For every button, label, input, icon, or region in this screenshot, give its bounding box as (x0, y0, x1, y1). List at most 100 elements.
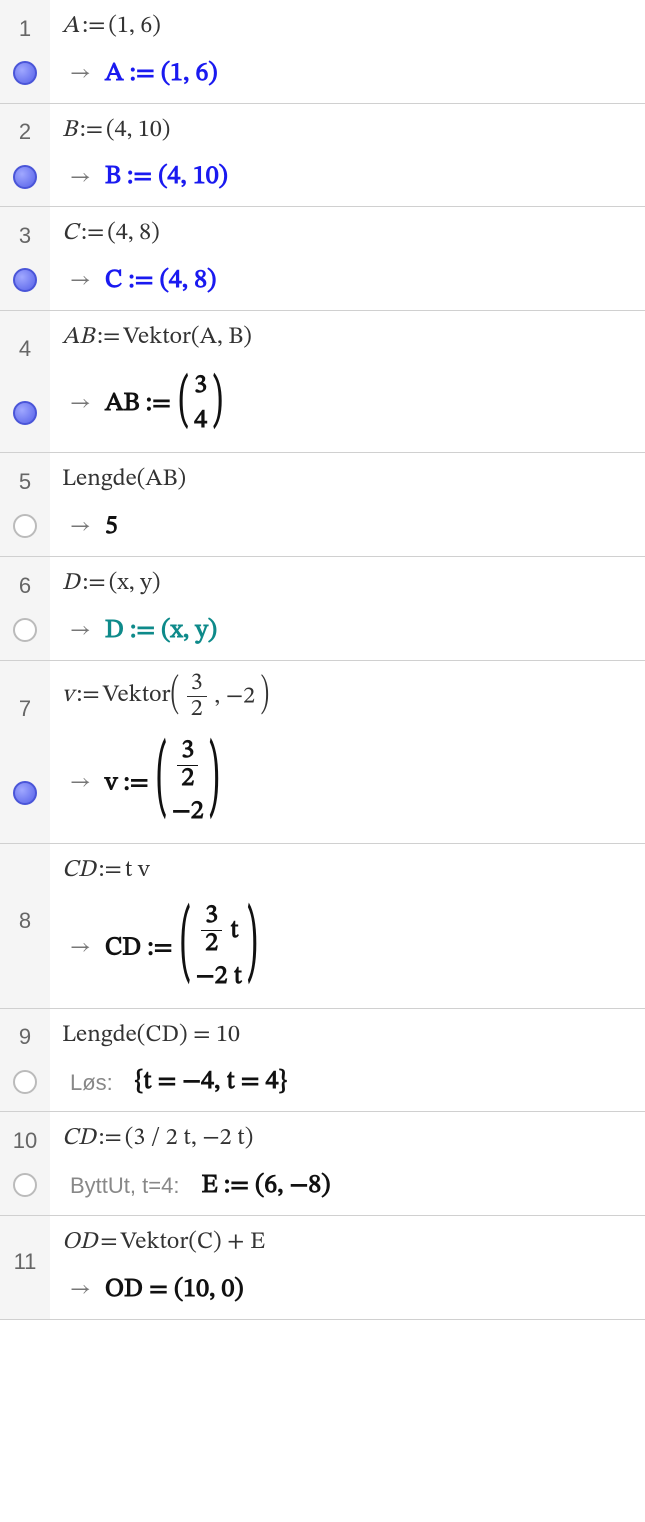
row-gutter: 7 (0, 661, 50, 843)
row-gutter: 2 (0, 104, 50, 207)
visibility-toggle-icon[interactable] (13, 61, 37, 85)
output-value: CD := ( 3 2 t −2 t ) (105, 901, 259, 996)
input-expression[interactable]: AB := Vektor(A, B) (62, 321, 633, 355)
input-expression[interactable]: C := (4, 8) (62, 217, 633, 251)
row-gutter: 1 (0, 0, 50, 103)
input-expression[interactable]: Lengde(AB) (62, 463, 633, 497)
output-value: {t = −4, t = 4} (135, 1066, 287, 1099)
input-expression[interactable]: A := (1, 6) (62, 10, 633, 44)
output-arrow-icon: → (70, 1276, 91, 1304)
input-var: A (62, 10, 79, 44)
input-var: CD (62, 854, 96, 888)
output-value: E := (6, −8) (201, 1170, 330, 1203)
output-expression: → A := (1, 6) (62, 58, 633, 91)
visibility-toggle-icon[interactable] (13, 781, 37, 805)
output-value: v := ( 3 2 −2 ) (105, 736, 221, 831)
output-arrow-icon: → (70, 934, 91, 962)
assign-op: := (82, 10, 105, 44)
assign-op: := (83, 567, 106, 601)
row-number: 8 (19, 908, 31, 934)
fraction-icon: 3 2 (187, 671, 207, 722)
row-content: D := (x, y) → D := (x, y) (50, 557, 645, 660)
output-arrow-icon: → (70, 164, 91, 192)
output-var: CD := (105, 936, 179, 962)
output-value: D := (x, y) (105, 615, 217, 648)
visibility-toggle-icon[interactable] (13, 514, 37, 538)
row-content: AB := Vektor(A, B) → AB := ( 3 4 ) (50, 311, 645, 453)
frac-den: 2 (177, 766, 198, 793)
cas-row[interactable]: 4 AB := Vektor(A, B) → AB := ( 3 4 (0, 311, 645, 454)
assign-op: := (99, 854, 122, 888)
input-var: C (62, 217, 78, 251)
input-expression[interactable]: OD = Vektor(C) + E (62, 1226, 633, 1260)
visibility-toggle-icon[interactable] (13, 401, 37, 425)
row-content: OD = Vektor(C) + E → OD = (10, 0) (50, 1216, 645, 1319)
row-gutter: 9 (0, 1009, 50, 1112)
input-expression[interactable]: D := (x, y) (62, 567, 633, 601)
input-expression[interactable]: v := Vektor ( 3 2 , −2 ) (62, 671, 633, 722)
input-rest: (4, 10) (106, 114, 170, 148)
output-expression: Løs: {t = −4, t = 4} (62, 1066, 633, 1099)
cas-row[interactable]: 5 Lengde(AB) → 5 (0, 453, 645, 557)
input-rest: Vektor(C) + E (121, 1226, 266, 1260)
input-func: Vektor (103, 679, 171, 713)
assign-op: := (81, 217, 104, 251)
fraction-icon: 3 2 (201, 903, 222, 959)
input-rest: (4, 8) (107, 217, 159, 251)
cas-row[interactable]: 8 CD := t v → CD := ( 3 (0, 844, 645, 1009)
cas-row[interactable]: 3 C := (4, 8) → C := (4, 8) (0, 207, 645, 311)
assign-op: = (100, 1226, 117, 1260)
assign-op: := (77, 679, 100, 713)
cas-row[interactable]: 11 OD = Vektor(C) + E → OD = (10, 0) (0, 1216, 645, 1320)
visibility-toggle-icon[interactable] (13, 268, 37, 292)
row-content: A := (1, 6) → A := (1, 6) (50, 0, 645, 103)
row-number: 2 (19, 119, 31, 145)
output-value: OD = (10, 0) (105, 1274, 244, 1307)
row-gutter: 6 (0, 557, 50, 660)
input-var: B (62, 114, 77, 148)
vector-icon: ( 3 4 ) (179, 368, 222, 440)
frac-den: 2 (187, 697, 207, 722)
input-expression[interactable]: B := (4, 10) (62, 114, 633, 148)
frac-num: 3 (187, 671, 207, 697)
cas-row[interactable]: 2 B := (4, 10) → B := (4, 10) (0, 104, 645, 208)
output-expression: → C := (4, 8) (62, 265, 633, 298)
frac-num: 3 (177, 738, 198, 766)
row-number: 5 (19, 469, 31, 495)
output-prefix: ByttUt, t=4: (70, 1173, 179, 1199)
row-gutter: 8 (0, 844, 50, 1008)
cas-row[interactable]: 10 CD := (3 / 2 t, −2 t) ByttUt, t=4: E … (0, 1112, 645, 1216)
vector-bot: −2 t (196, 961, 242, 994)
cas-row[interactable]: 6 D := (x, y) → D := (x, y) (0, 557, 645, 661)
output-arrow-icon: → (70, 513, 91, 541)
visibility-toggle-icon[interactable] (13, 618, 37, 642)
row-number: 1 (19, 16, 31, 42)
input-rest: Lengde(CD) = 10 (62, 1019, 240, 1053)
row-number: 10 (13, 1128, 37, 1154)
input-expression[interactable]: CD := (3 / 2 t, −2 t) (62, 1122, 633, 1156)
cas-row[interactable]: 1 A := (1, 6) → A := (1, 6) (0, 0, 645, 104)
output-arrow-icon: → (70, 390, 91, 418)
input-var: OD (62, 1226, 97, 1260)
row-number: 11 (14, 1249, 37, 1275)
output-value: B := (4, 10) (105, 161, 228, 194)
output-arrow-icon: → (70, 267, 91, 295)
output-var: v := (105, 770, 155, 796)
row-gutter: 10 (0, 1112, 50, 1215)
input-expression[interactable]: Lengde(CD) = 10 (62, 1019, 633, 1053)
output-expression: ByttUt, t=4: E := (6, −8) (62, 1170, 633, 1203)
input-var: CD (62, 1122, 96, 1156)
input-rest: (1, 6) (108, 10, 160, 44)
t-var: t (224, 918, 238, 944)
input-expression[interactable]: CD := t v (62, 854, 633, 888)
cas-row[interactable]: 9 Lengde(CD) = 10 Løs: {t = −4, t = 4} (0, 1009, 645, 1113)
cas-row[interactable]: 7 v := Vektor ( 3 2 , −2 ) (0, 661, 645, 844)
row-content: CD := (3 / 2 t, −2 t) ByttUt, t=4: E := … (50, 1112, 645, 1215)
input-rest: t v (125, 854, 150, 888)
output-var: AB := (105, 392, 177, 418)
visibility-toggle-icon[interactable] (13, 1070, 37, 1094)
row-content: Lengde(CD) = 10 Løs: {t = −4, t = 4} (50, 1009, 645, 1112)
visibility-toggle-icon[interactable] (13, 165, 37, 189)
visibility-toggle-icon[interactable] (13, 1173, 37, 1197)
row-content: CD := t v → CD := ( 3 2 (50, 844, 645, 1008)
